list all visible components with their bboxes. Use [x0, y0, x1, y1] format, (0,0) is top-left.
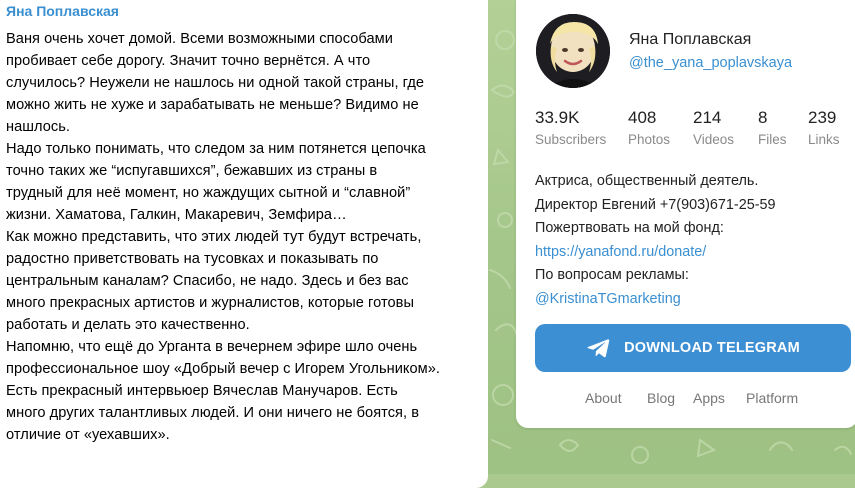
stat-photos[interactable]: 408 Photos [628, 107, 670, 150]
download-telegram-button[interactable]: DOWNLOAD TELEGRAM [535, 324, 851, 372]
channel-name: Яна Поплавская [629, 31, 752, 48]
stat-value: 8 [758, 108, 768, 127]
stat-label: Links [808, 132, 840, 147]
stat-links[interactable]: 239 Links [808, 107, 840, 150]
stat-label: Subscribers [535, 132, 607, 147]
stat-value: 214 [693, 108, 722, 127]
stat-value: 239 [808, 108, 837, 127]
stat-label: Files [758, 132, 787, 147]
ads-contact-link[interactable]: @KristinaTGmarketing [535, 288, 845, 312]
message-text: Ваня очень хочет домой. Всеми возможными… [6, 31, 441, 443]
stat-files[interactable]: 8 Files [758, 107, 787, 150]
footer-links: About Blog Apps Platform [516, 390, 855, 410]
avatar [536, 14, 610, 88]
footer-link-about[interactable]: About [585, 390, 622, 406]
stat-label: Photos [628, 132, 671, 147]
message-author[interactable]: Яна Поплавская [6, 2, 476, 20]
channel-stats: 33.9K Subscribers 408 Photos 214 Videos … [516, 107, 855, 157]
telegram-plane-icon [586, 338, 610, 358]
stat-value: 408 [628, 108, 657, 127]
footer-link-apps[interactable]: Apps [693, 390, 725, 406]
channel-card: Яна Поплавская @the_yana_poplavskaya 33.… [516, 0, 855, 428]
channel-description: Актриса, общественный деятель. Директор … [535, 170, 845, 311]
stat-videos[interactable]: 214 Videos [693, 107, 734, 150]
description-line: Директор Евгений +7(903)671-25-59 [535, 196, 776, 213]
footer-link-platform[interactable]: Platform [746, 390, 798, 406]
channel-handle-link[interactable]: @the_yana_poplavskaya [629, 53, 792, 73]
description-line: Пожертвовать на мой фонд: [535, 220, 724, 236]
stat-label: Videos [693, 132, 735, 147]
message-bubble: Яна Поплавская Ваня очень хочет домой. В… [0, 0, 488, 488]
description-line: По вопросам рекламы: [535, 267, 689, 283]
download-telegram-label: DOWNLOAD TELEGRAM [624, 340, 800, 356]
donate-link[interactable]: https://yanafond.ru/donate/ [535, 241, 845, 265]
stat-value: 33.9K [535, 108, 580, 127]
footer-link-blog[interactable]: Blog [647, 390, 675, 406]
description-line: Актриса, общественный деятель. [535, 173, 759, 189]
stat-subscribers: 33.9K Subscribers [535, 107, 606, 150]
